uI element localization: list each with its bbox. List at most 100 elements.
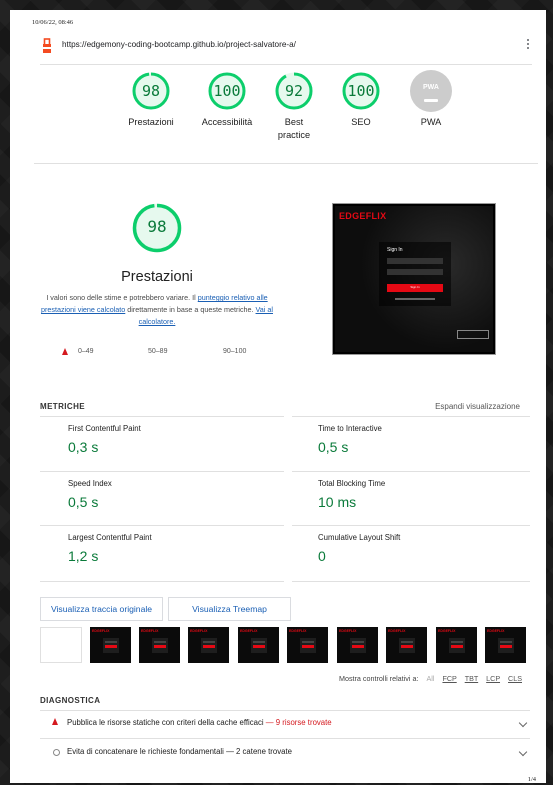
password-field	[387, 269, 443, 275]
metric-value: 10 ms	[318, 494, 357, 510]
diagnostic-detail: — 9 risorse trovate	[263, 718, 332, 727]
view-trace-button[interactable]: Visualizza traccia originale	[40, 597, 163, 621]
metric-value: 0,5 s	[318, 439, 349, 455]
metric-name: Speed Index	[68, 479, 112, 488]
diagnostic-item[interactable]: Pubblica le risorse statiche con criteri…	[40, 710, 530, 738]
frame-logo: EDGEFLIX	[339, 629, 357, 633]
filter-all[interactable]: All	[426, 674, 434, 683]
frame-logo: EDGEFLIX	[388, 629, 406, 633]
metric-value: 0,5 s	[68, 494, 99, 510]
category-gauges: 98 Prestazioni 100 Accessibilità 92 Best…	[120, 70, 452, 164]
fail-triangle-icon	[62, 348, 68, 355]
gauge-score: 100	[213, 82, 241, 100]
legend-high: 90–100	[223, 348, 247, 355]
pwa-badge-text: PWA	[423, 84, 439, 91]
metric-speed-index: Speed Index 0,5 s	[68, 479, 112, 510]
email-field	[387, 258, 443, 264]
filter-label: Mostra controlli relativi a:	[338, 674, 419, 683]
frame-logo: EDGEFLIX	[92, 629, 110, 633]
metric-value: 0	[318, 548, 326, 564]
metric-divider	[40, 471, 284, 472]
screenshot-content: EDGEFLIX Sign In Sign In	[335, 206, 493, 352]
diagnostic-text: Pubblica le risorse statiche con criteri…	[67, 718, 332, 727]
gauge-score: 92	[284, 82, 304, 100]
page-url[interactable]: https://edgemony-coding-bootcamp.github.…	[62, 40, 296, 49]
filmstrip-frame: EDGEFLIX	[436, 627, 477, 663]
gauge-performance[interactable]: 98 Prestazioni	[120, 72, 182, 129]
relative-audits-filter: Mostra controlli relativi a: All FCP TBT…	[339, 674, 522, 683]
performance-score: 98	[147, 217, 167, 236]
frame-logo: EDGEFLIX	[438, 629, 456, 633]
diagnostics-heading: DIAGNOSTICA	[40, 696, 101, 705]
metric-value: 1,2 s	[68, 548, 99, 564]
diagnostic-title: Pubblica le risorse statiche con criteri…	[67, 718, 264, 727]
metric-tbt: Total Blocking Time 10 ms	[318, 479, 385, 510]
legend-mid: 50–89	[148, 348, 168, 355]
metric-name: Time to Interactive	[318, 424, 382, 433]
filmstrip-frame: EDGEFLIX	[287, 627, 328, 663]
diagnostic-detail: — 2 catene trovate	[223, 747, 292, 756]
metric-tti: Time to Interactive 0,5 s	[318, 424, 382, 455]
final-screenshot[interactable]: EDGEFLIX Sign In Sign In	[332, 203, 496, 355]
frame-logo: EDGEFLIX	[240, 629, 258, 633]
filmstrip-frame: EDGEFLIX	[188, 627, 229, 663]
report-page: 10/06/22, 08:46 https://edgemony-coding-…	[10, 10, 546, 783]
gauge-label-line2: practice	[277, 130, 311, 140]
frame-logo: EDGEFLIX	[190, 629, 208, 633]
filter-fcp[interactable]: FCP	[442, 674, 456, 683]
gauge-accessibility[interactable]: 100 Accessibilità	[196, 72, 258, 129]
pwa-dash-icon	[424, 99, 438, 102]
gauge-pwa[interactable]: PWA PWA	[400, 70, 462, 129]
legend-low: 0–49	[78, 348, 94, 355]
filmstrip-frame	[40, 627, 82, 663]
frame-logo: EDGEFLIX	[289, 629, 307, 633]
gauge-label: Best practice	[263, 116, 325, 142]
remember-line	[395, 298, 435, 300]
signin-button-label: Sign In	[410, 285, 420, 289]
filmstrip-frame: EDGEFLIX	[238, 627, 279, 663]
score-legend: 0–49 50–89 90–100	[62, 347, 282, 359]
diagnostic-text: Evita di concatenare le richieste fondam…	[67, 747, 292, 756]
signin-card: Sign In Sign In	[379, 242, 451, 306]
metric-divider	[292, 525, 530, 526]
metric-cls: Cumulative Layout Shift 0	[318, 533, 400, 564]
filter-lcp[interactable]: LCP	[486, 674, 500, 683]
language-selector	[457, 330, 489, 339]
gauge-label: Prestazioni	[128, 117, 174, 127]
page-number: 1/4	[527, 776, 536, 783]
gauge-label: SEO	[351, 117, 371, 127]
performance-title: Prestazioni	[121, 269, 193, 285]
gauge-label: PWA	[420, 117, 442, 127]
fail-triangle-icon	[52, 718, 58, 725]
expand-view-toggle[interactable]: Espandi visualizzazione	[435, 402, 520, 411]
performance-description: I valori sono delle stime e potrebbero v…	[40, 292, 274, 328]
view-treemap-button[interactable]: Visualizza Treemap	[168, 597, 291, 621]
lighthouse-icon	[43, 38, 51, 53]
metric-name: Total Blocking Time	[318, 479, 386, 488]
gauge-label: Accessibilità	[201, 117, 253, 127]
desc-text: direttamente in base a queste metriche.	[125, 305, 256, 314]
gauge-score: 100	[347, 82, 375, 100]
filter-tbt[interactable]: TBT	[465, 674, 478, 683]
filmstrip-frame: EDGEFLIX	[337, 627, 378, 663]
metric-divider	[40, 525, 284, 526]
gauge-score: 98	[141, 82, 161, 100]
metric-divider	[292, 581, 530, 582]
gauge-seo[interactable]: 100 SEO	[330, 72, 392, 129]
filmstrip-frame: EDGEFLIX	[386, 627, 427, 663]
filter-cls[interactable]: CLS	[508, 674, 522, 683]
metric-divider	[292, 471, 530, 472]
metric-lcp: Largest Contentful Paint 1,2 s	[68, 533, 152, 564]
chevron-down-icon[interactable]	[518, 718, 528, 728]
frame-logo: EDGEFLIX	[487, 629, 505, 633]
metric-name: Largest Contentful Paint	[68, 533, 152, 542]
metric-name: First Contentful Paint	[68, 424, 141, 433]
chevron-down-icon[interactable]	[518, 747, 528, 757]
filmstrip-frame: EDGEFLIX	[90, 627, 131, 663]
more-options-icon[interactable]	[526, 39, 530, 51]
filmstrip-frame: EDGEFLIX	[485, 627, 526, 663]
diagnostic-item[interactable]: Evita di concatenare le richieste fondam…	[40, 739, 530, 767]
gauge-best-practices[interactable]: 92 Best practice	[263, 72, 325, 142]
filmstrip-frame: EDGEFLIX	[139, 627, 180, 663]
metric-value: 0,3 s	[68, 439, 99, 455]
